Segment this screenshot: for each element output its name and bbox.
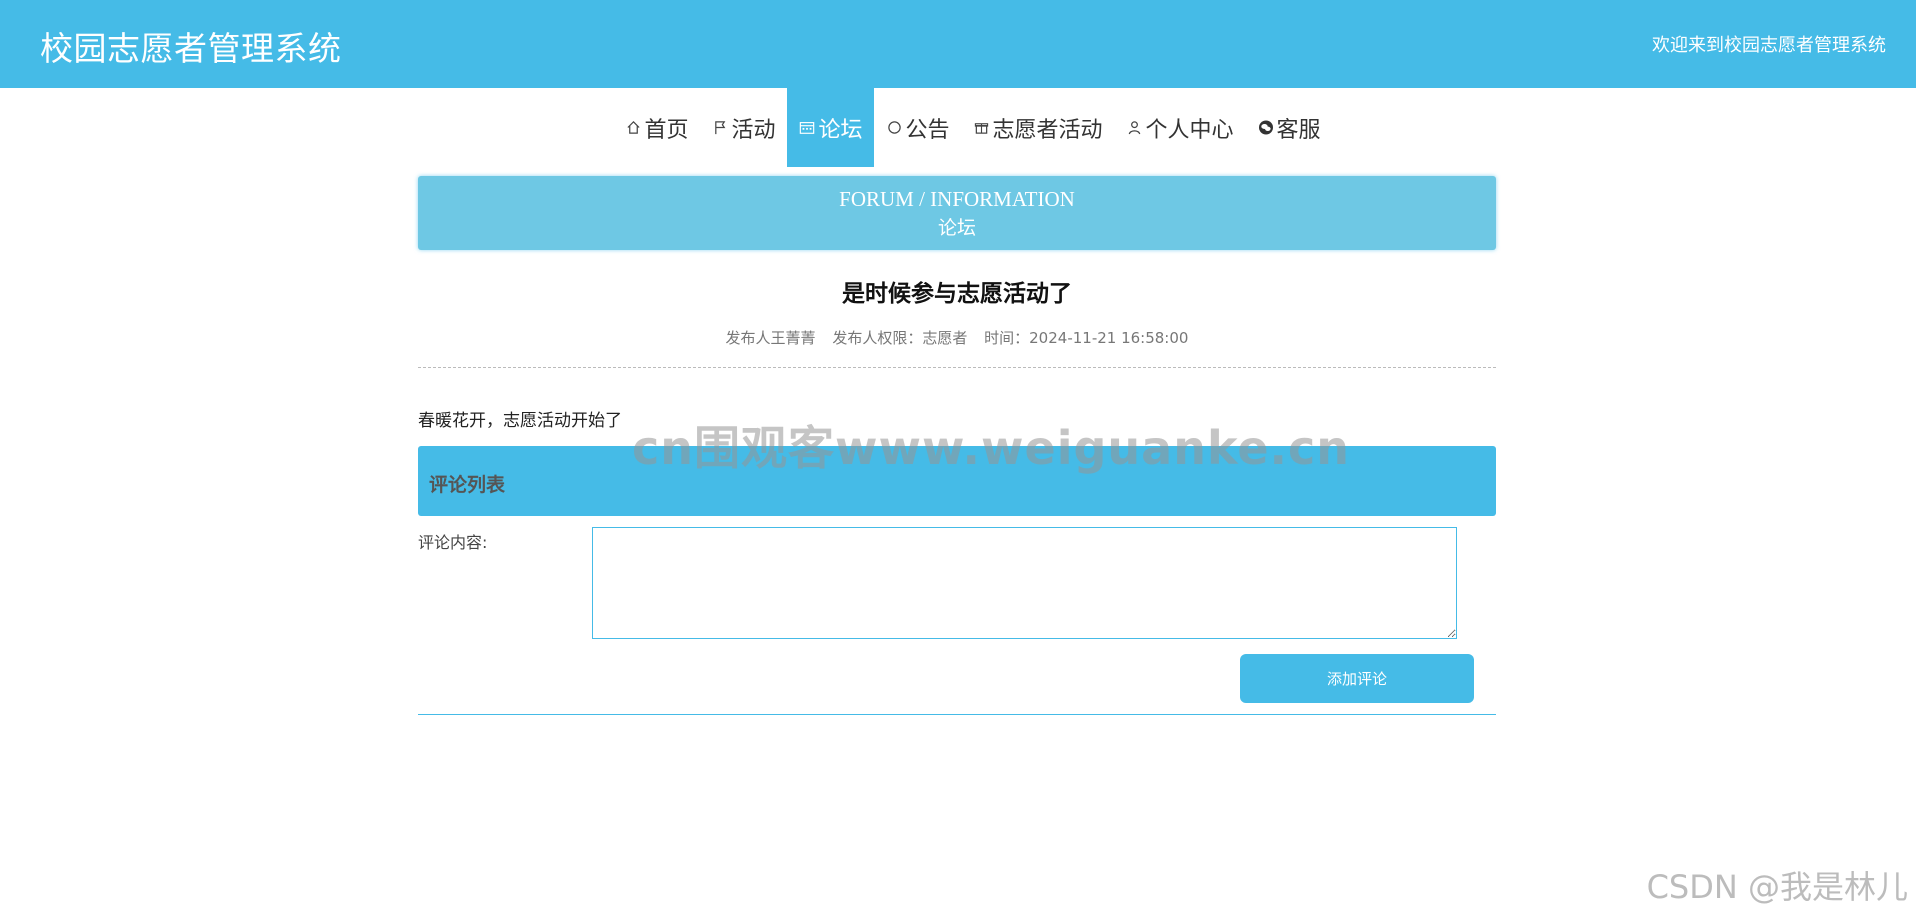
post-title: 是时候参与志愿活动了 (842, 281, 1072, 307)
post-content: 春暖花开，志愿活动开始了 (418, 411, 622, 431)
nav-item-announcements[interactable]: 公告 (874, 88, 961, 167)
add-comment-button[interactable]: 添加评论 (1240, 654, 1474, 703)
comment-list-title: 评论列表 (429, 474, 506, 496)
post-time: 时间：2024-11-21 16:58:00 (984, 329, 1189, 347)
post-author: 发布人王菁菁 (725, 329, 816, 347)
nav-item-label: 首页 (644, 117, 689, 143)
app-title: 校园志愿者管理系统 (40, 29, 342, 68)
nav-item-personal-center[interactable]: 个人中心 (1115, 88, 1246, 167)
home-icon (625, 120, 641, 136)
comment-list-header: 评论列表 (418, 446, 1496, 516)
nav-item-label: 公告 (905, 117, 950, 143)
post-role: 发布人权限：志愿者 (832, 329, 968, 347)
circle-icon (886, 120, 902, 136)
header-bar: 校园志愿者管理系统 欢迎来到校园志愿者管理系统 (0, 0, 1916, 88)
wechat-icon (1258, 120, 1274, 136)
nav-item-volunteer-activities[interactable]: 志愿者活动 (962, 88, 1115, 167)
main-nav: 首页 活动 论坛 公告 志愿者活动 个人中心 客服 (0, 88, 1916, 167)
nav-item-label: 客服 (1276, 117, 1321, 143)
flag-icon (712, 120, 728, 136)
watermark-csdn: CSDN @我是林儿 (1646, 868, 1908, 906)
nav-item-label: 志愿者活动 (992, 117, 1103, 143)
divider (418, 367, 1496, 368)
comment-textarea[interactable] (592, 527, 1457, 639)
comment-form-label: 评论内容: (418, 533, 488, 552)
gift-icon (974, 120, 990, 136)
user-icon (1127, 120, 1143, 136)
section-banner: FORUM / INFORMATION 论坛 (418, 176, 1496, 250)
nav-item-customer-service[interactable]: 客服 (1246, 88, 1333, 167)
nav-item-home[interactable]: 首页 (613, 88, 700, 167)
banner-title-cn: 论坛 (937, 217, 976, 239)
calendar-icon (799, 120, 815, 136)
divider (418, 714, 1496, 715)
post-meta: 发布人王菁菁 发布人权限：志愿者 时间：2024-11-21 16:58:00 (418, 327, 1496, 348)
nav-item-label: 活动 (731, 117, 776, 143)
nav-item-activities[interactable]: 活动 (700, 88, 787, 167)
welcome-text: 欢迎来到校园志愿者管理系统 (1652, 35, 1886, 56)
nav-item-label: 个人中心 (1145, 117, 1234, 143)
banner-title-en: FORUM / INFORMATION (839, 187, 1075, 211)
nav-item-forum[interactable]: 论坛 (787, 88, 875, 167)
nav-item-label: 论坛 (818, 117, 863, 143)
